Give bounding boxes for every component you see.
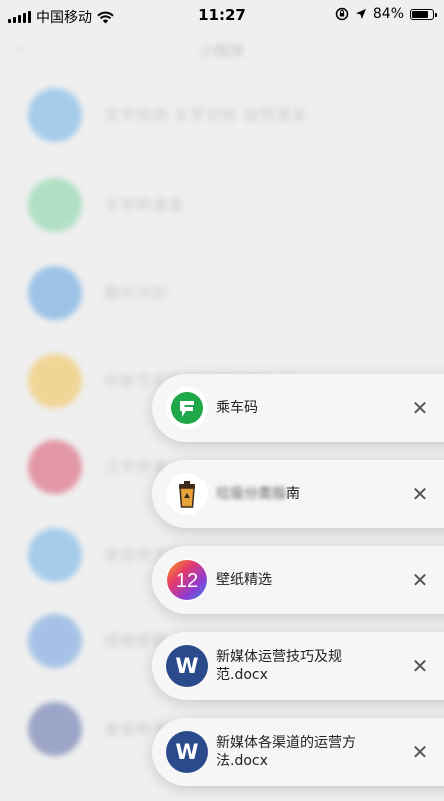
notification-title: 垃圾分类指南: [216, 486, 300, 502]
close-icon[interactable]: ✕: [408, 568, 432, 592]
background-list-item: 文字转语音: [28, 178, 428, 238]
svg-text:12: 12: [176, 570, 198, 592]
notification-title: 乘车码: [216, 400, 258, 416]
app-icon: [28, 178, 82, 232]
app-icon: [28, 614, 82, 668]
notification-title: 新媒体运营技巧及规范.docx: [216, 649, 342, 683]
background-list-label: 文字转语音: [104, 196, 185, 214]
notification-pill[interactable]: 乘车码 ✕: [152, 374, 444, 442]
word-icon: W: [166, 731, 208, 773]
battery-fill: [412, 10, 428, 18]
status-bar: 中国移动 11:27 84%: [0, 0, 444, 30]
battery-percent: 84%: [372, 6, 404, 22]
notification-title: 壁纸精选: [216, 572, 272, 588]
screen: 中国移动 11:27 84% ‹ 小程序 文字检测 文字识别 自然语言 文字转语…: [0, 0, 444, 801]
app-icon: [28, 528, 82, 582]
app-icon: [28, 702, 82, 756]
close-icon[interactable]: ✕: [408, 740, 432, 764]
app-icon: [28, 354, 82, 408]
notification-pill[interactable]: W 新媒体运营技巧及规范.docx ✕: [152, 632, 444, 700]
colorful-12-icon: 12: [166, 559, 208, 601]
trash-bin-icon: [166, 473, 208, 515]
app-icon: [28, 266, 82, 320]
background-title: 小程序: [199, 42, 245, 60]
background-list-item: 文字检测 文字识别 自然语言: [28, 88, 428, 148]
notification-pill[interactable]: 垃圾分类指南 ✕: [152, 460, 444, 528]
notification-pill[interactable]: W 新媒体各渠道的运营方法.docx ✕: [152, 718, 444, 786]
location-arrow-icon: [355, 9, 366, 19]
app-icon: [28, 88, 82, 142]
background-list-item: 图片识别: [28, 266, 428, 326]
word-icon: W: [166, 645, 208, 687]
notification-pill[interactable]: 12 壁纸精选 ✕: [152, 546, 444, 614]
close-icon[interactable]: ✕: [408, 654, 432, 678]
rotation-lock-icon: [335, 7, 349, 21]
notification-title: 新媒体各渠道的运营方法.docx: [216, 735, 356, 769]
background-list-label: 文字检测 文字识别 自然语言: [104, 106, 308, 124]
background-list-label: 图片识别: [104, 284, 169, 302]
g-logo-icon: [166, 387, 208, 429]
status-right: 84%: [335, 6, 437, 22]
close-icon[interactable]: ✕: [408, 482, 432, 506]
close-icon[interactable]: ✕: [408, 396, 432, 420]
app-icon: [28, 440, 82, 494]
battery-icon: [410, 8, 437, 20]
